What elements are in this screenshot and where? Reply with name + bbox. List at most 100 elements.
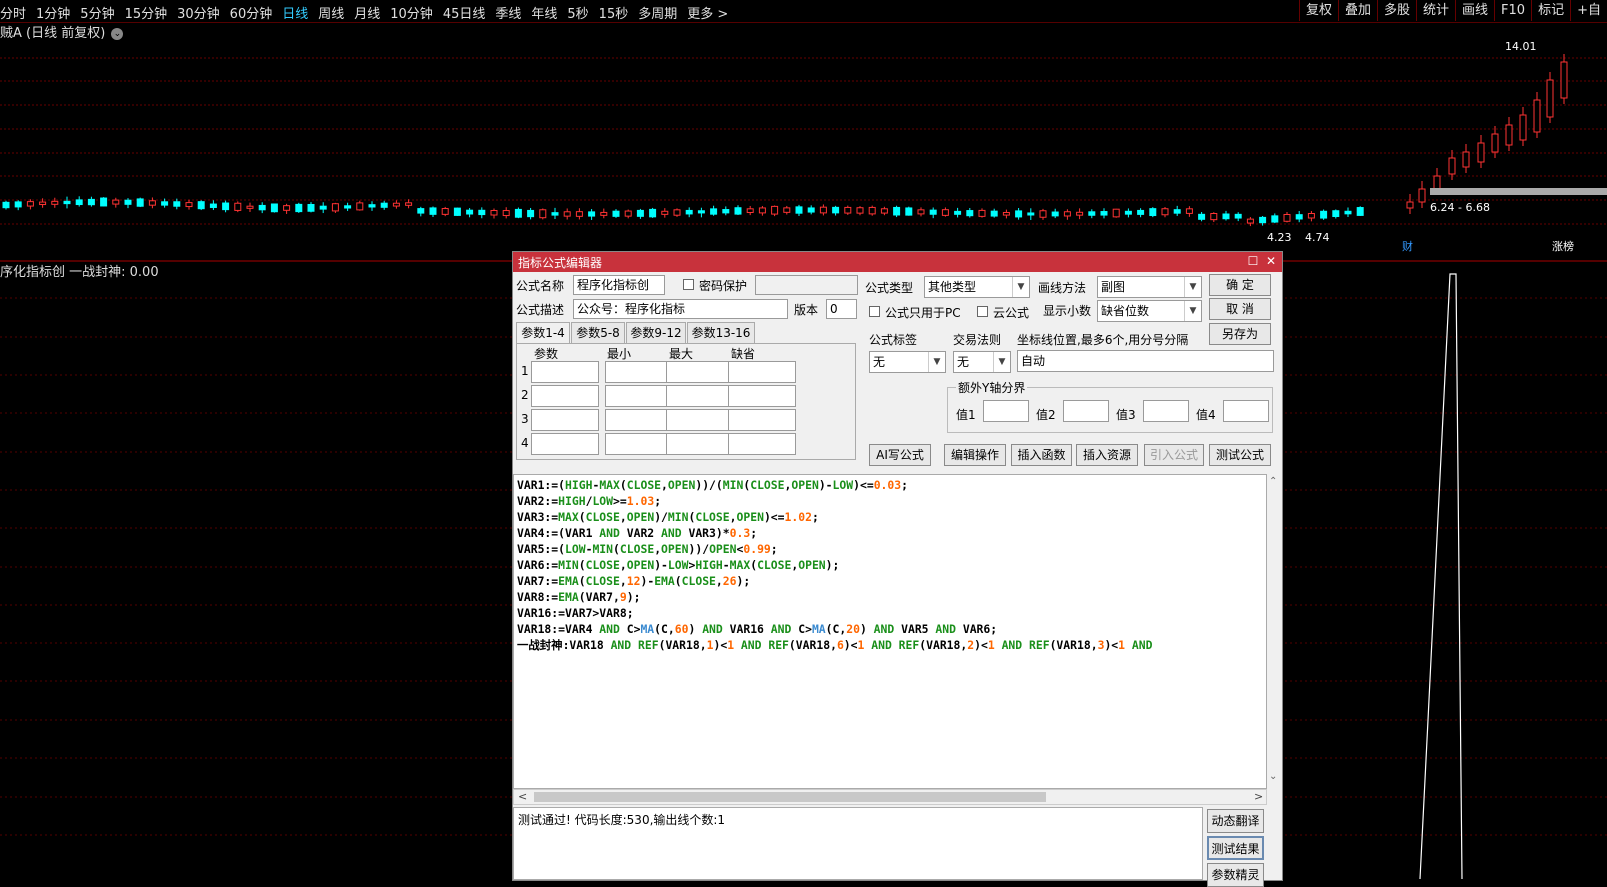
param-cell[interactable] [728,361,796,383]
param-cell[interactable] [531,361,599,383]
cloud-checkbox[interactable] [977,306,988,317]
candle-body [783,207,791,213]
period-tab[interactable]: 多周期 [638,7,677,22]
param-cell[interactable] [605,361,673,383]
code-editor[interactable]: VAR1:=(HIGH-MAX(CLOSE,OPEN))/(MIN(CLOSE,… [513,474,1267,789]
period-tab[interactable]: 60分钟 [230,7,273,22]
formula-tag-select[interactable]: 无 ▼ [869,351,946,373]
period-tab[interactable]: 5分钟 [80,7,114,22]
param-wizard-button[interactable]: 参数精灵 [1207,863,1264,887]
ai-formula-button[interactable]: AI写公式 [869,444,931,466]
ok-button[interactable]: 确 定 [1209,274,1271,296]
version-input[interactable]: 0 [826,299,857,319]
chevron-left-icon[interactable]: < [518,790,527,803]
period-tab[interactable]: 30分钟 [177,7,220,22]
period-tab[interactable]: 日线 [282,7,308,22]
param-cell[interactable] [728,409,796,431]
formula-type-select[interactable]: 其他类型 ▼ [924,276,1030,298]
stock-title[interactable]: 贼A (日线 前复权) ⌄ [0,22,124,41]
chevron-down-icon[interactable]: ⌄ [1269,771,1277,782]
edit-operation-button[interactable]: 编辑操作 [944,444,1006,466]
tab-param-9-12[interactable]: 参数9-12 [626,322,686,343]
period-tab[interactable]: 季线 [495,7,521,22]
yaxis-value-input[interactable] [1143,400,1189,422]
password-input[interactable] [755,275,858,295]
import-formula-button[interactable]: 引入公式 [1144,444,1204,466]
toolbar-button[interactable]: +自 [1570,0,1607,21]
param-cell[interactable] [605,409,673,431]
period-tab[interactable]: 周线 [318,7,344,22]
save-as-button[interactable]: 另存为 [1209,323,1271,345]
period-tabs: 分时 1分钟 5分钟 15分钟 30分钟 60分钟 日线 周线 月线 10分钟 45日线 季线 年线 5秒… [0,3,738,22]
insert-function-button[interactable]: 插入函数 [1011,444,1072,466]
decimals-select[interactable]: 缺省位数 ▼ [1097,300,1202,322]
period-tab[interactable]: 10分钟 [390,7,433,22]
candle-body [600,211,608,216]
candle-body [429,207,437,215]
chevron-down-icon[interactable]: ⌄ [111,27,124,40]
yaxis-value-input[interactable] [1063,400,1109,422]
toolbar-button[interactable]: 复权 [1298,0,1338,21]
candle-body [1088,211,1096,216]
toolbar-button[interactable]: 叠加 [1337,0,1377,21]
period-tab[interactable]: 月线 [354,7,380,22]
close-icon[interactable]: ✕ [1264,254,1278,268]
param-cell[interactable] [531,409,599,431]
param-cell[interactable] [666,385,734,407]
insert-resource-button[interactable]: 插入资源 [1076,444,1138,466]
param-cell[interactable] [728,385,796,407]
param-cell[interactable] [531,385,599,407]
toolbar-button[interactable]: 统计 [1416,0,1455,21]
toolbar-button[interactable]: F10 [1494,0,1531,21]
tab-param-13-16[interactable]: 参数13-16 [687,322,755,343]
code-text[interactable]: VAR1:=(HIGH-MAX(CLOSE,OPEN))/(MIN(CLOSE,… [514,475,1266,655]
tab-param-5-8[interactable]: 参数5-8 [571,322,625,343]
scrollbar-thumb[interactable] [534,792,1046,802]
test-formula-button[interactable]: 测试公式 [1209,444,1271,466]
horizontal-scrollbar[interactable]: < > [513,789,1267,805]
param-cell[interactable] [605,385,673,407]
dialog-titlebar[interactable]: 指标公式编辑器 ☐ ✕ [513,252,1282,272]
test-result-box[interactable]: 测试通过! 代码长度:530,输出线个数:1 [513,807,1203,880]
password-checkbox[interactable] [683,279,694,290]
period-tab[interactable]: 更多 > [687,7,728,22]
pc-only-checkbox[interactable] [869,306,880,317]
toolbar-button[interactable]: 标记 [1531,0,1570,21]
candle-body [209,203,217,208]
param-cell[interactable] [666,409,734,431]
vertical-scrollbar[interactable]: ⌃ ⌄ [1267,474,1281,789]
period-tab[interactable]: 5秒 [567,7,588,22]
toolbar-button[interactable]: 多股 [1377,0,1416,21]
draw-method-select[interactable]: 副图 ▼ [1097,276,1202,298]
formula-name-input[interactable]: 程序化指标创 [573,275,665,295]
formula-desc-input[interactable]: 公众号：程序化指标 [573,299,788,319]
param-cell[interactable] [605,433,673,455]
chevron-right-icon[interactable]: > [1254,790,1263,803]
param-cell[interactable] [728,433,796,455]
trade-rule-select[interactable]: 无 ▼ [953,351,1011,373]
period-tab[interactable]: 45日线 [443,7,486,22]
tab-param-1-4[interactable]: 参数1-4 [516,322,570,344]
coord-input[interactable]: 自动 [1017,350,1274,372]
maximize-icon[interactable]: ☐ [1246,254,1260,268]
period-tab[interactable]: 年线 [531,7,557,22]
toolbar-button[interactable]: 画线 [1455,0,1494,21]
candlestick-chart[interactable]: 14.01 6.24 - 6.68 4.23 4.74 财 涨榜 [0,22,1607,262]
param-cell[interactable] [666,433,734,455]
candle-body [868,206,876,215]
period-tab[interactable]: 1分钟 [36,7,70,22]
yaxis-value-input[interactable] [1223,400,1269,422]
dynamic-translate-button[interactable]: 动态翻译 [1207,809,1264,833]
param-cell[interactable] [531,433,599,455]
candle-body [1418,188,1426,203]
chevron-up-icon[interactable]: ⌃ [1269,476,1277,487]
period-tab[interactable]: 15分钟 [125,7,168,22]
param-cell[interactable] [666,361,734,383]
test-result-button[interactable]: 测试结果 [1207,836,1264,860]
candle-body [112,199,120,205]
period-tab[interactable]: 分时 [0,7,26,22]
period-tab[interactable]: 15秒 [599,7,629,22]
candle-body [551,212,559,216]
cancel-button[interactable]: 取 消 [1209,298,1271,320]
yaxis-value-input[interactable] [983,400,1029,422]
